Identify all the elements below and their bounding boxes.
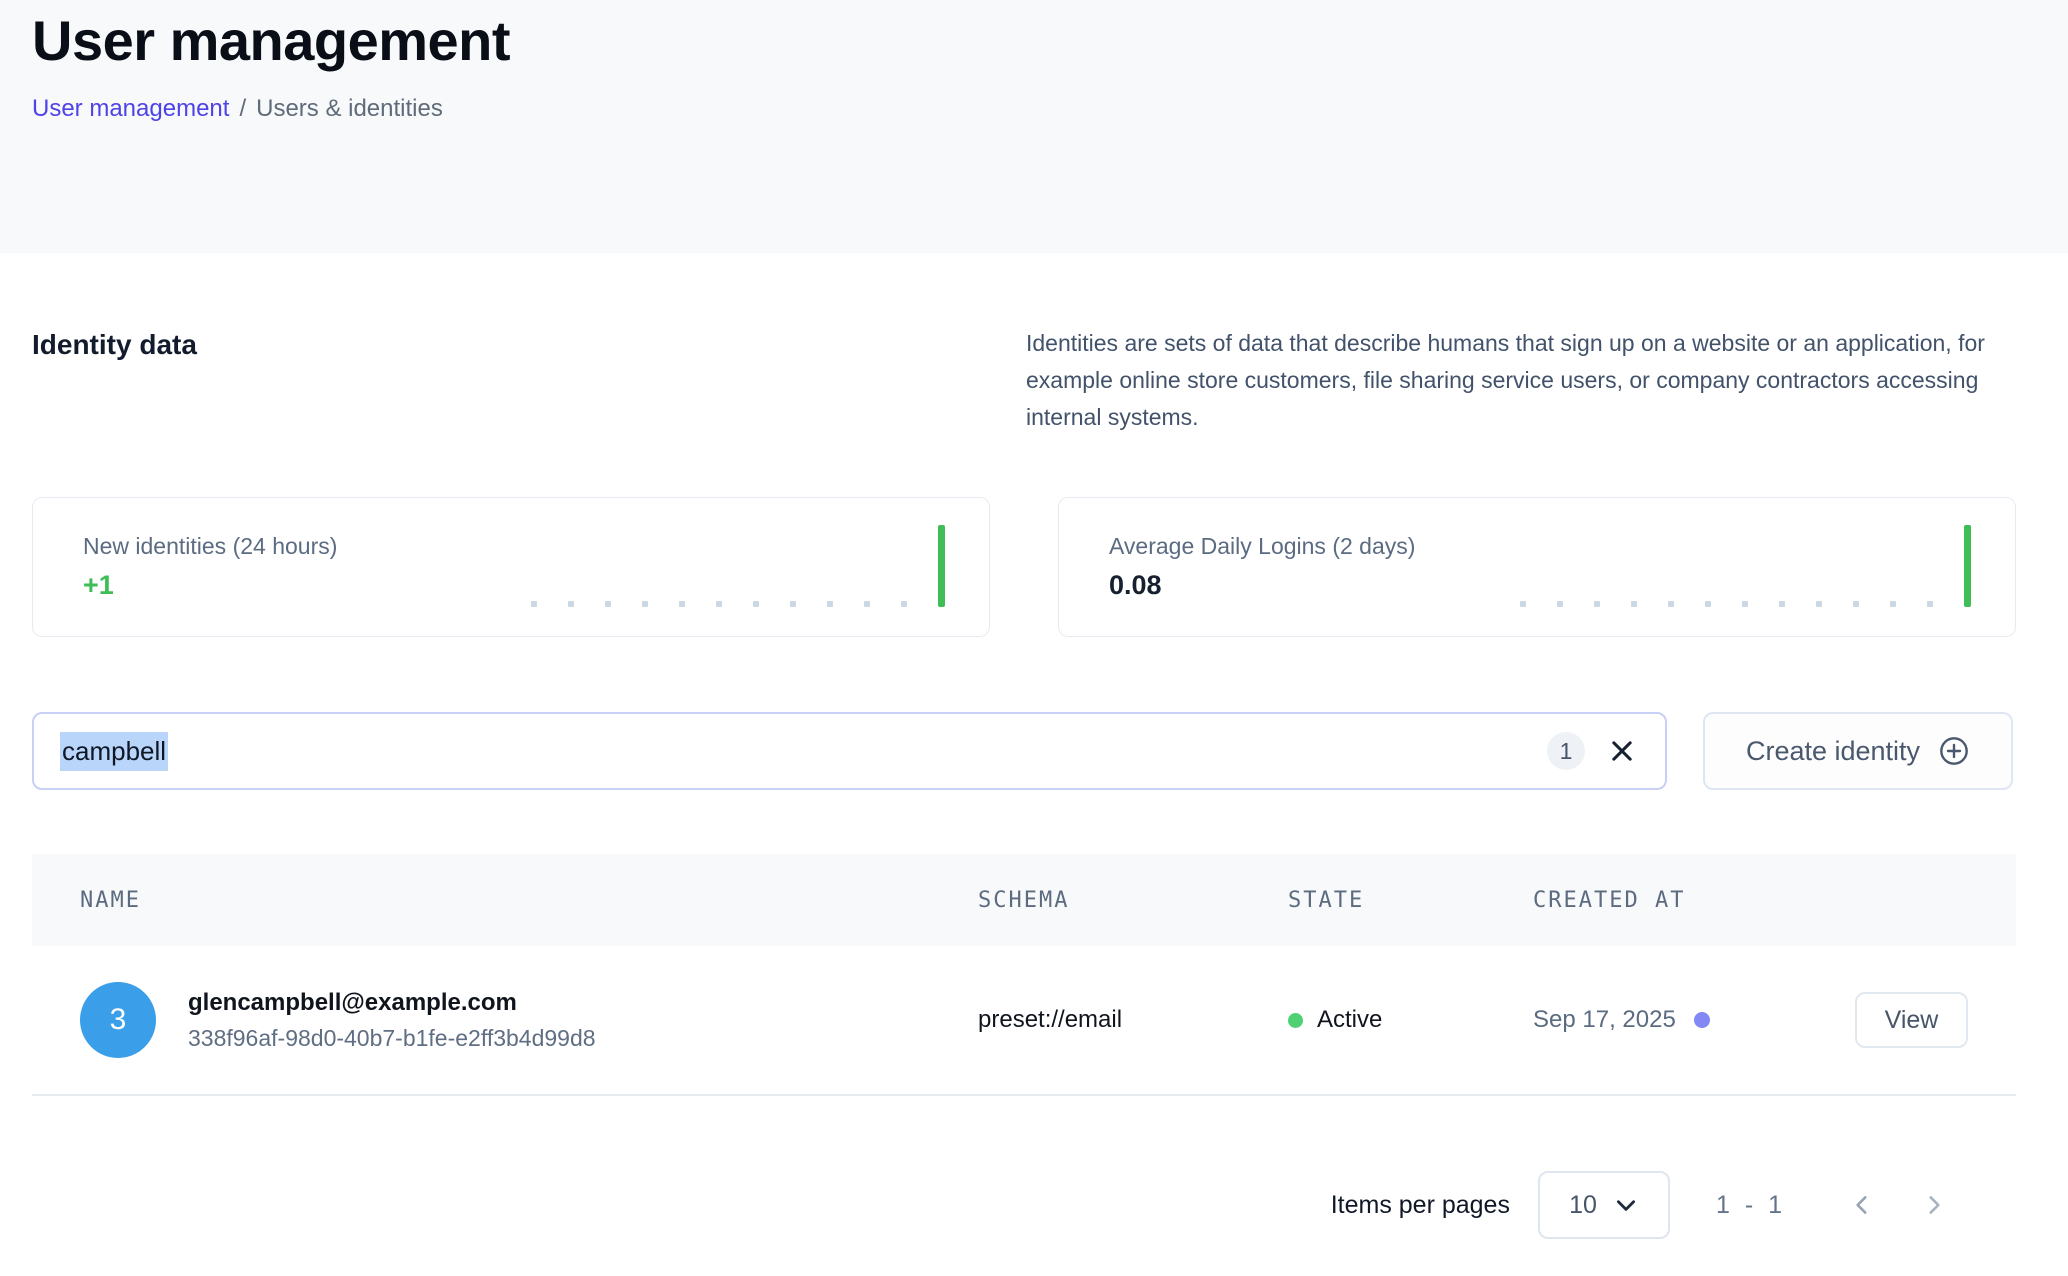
- created-at-date: Sep 17, 2025: [1533, 1006, 1676, 1034]
- section-description: Identities are sets of data that describ…: [1026, 325, 2016, 436]
- results-count-badge: 1: [1547, 732, 1585, 770]
- chevron-down-icon: [1613, 1192, 1639, 1218]
- pagination: Items per pages 10 1 - 1: [32, 1171, 2016, 1239]
- column-header-name: NAME: [80, 888, 978, 913]
- column-header-schema: SCHEMA: [978, 888, 1288, 913]
- items-per-page-select[interactable]: 10: [1538, 1171, 1670, 1239]
- stat-cards: New identities (24 hours) +1 Average Dai…: [32, 497, 2016, 637]
- close-icon: [1608, 737, 1636, 765]
- stat-card-label: New identities (24 hours): [83, 533, 337, 560]
- search-input-value: campbell: [60, 732, 168, 771]
- view-button[interactable]: View: [1855, 992, 1968, 1048]
- identity-email: glencampbell@example.com: [188, 989, 596, 1017]
- search-row: campbell 1 Create identity: [32, 712, 2016, 790]
- schema-cell: preset://email: [978, 1006, 1288, 1034]
- created-at-cell: Sep 17, 2025: [1533, 1006, 1818, 1034]
- page-header: User management User management / Users & …: [0, 0, 2068, 253]
- create-identity-label: Create identity: [1746, 736, 1920, 767]
- table-row[interactable]: 3 glencampbell@example.com 338f96af-98d0…: [32, 946, 2016, 1096]
- identity-id: 338f96af-98d0-40b7-b1fe-e2ff3b4d99d8: [188, 1025, 596, 1052]
- identities-table: NAME SCHEMA STATE CREATED AT 3 glencampb…: [32, 854, 2016, 1096]
- page-title: User management: [32, 8, 2036, 73]
- table-header-row: NAME SCHEMA STATE CREATED AT: [32, 854, 2016, 946]
- breadcrumb: User management / Users & identities: [32, 95, 2036, 123]
- next-page-button[interactable]: [1912, 1183, 1956, 1227]
- plus-circle-icon: [1938, 735, 1970, 767]
- sparkline-chart: [1520, 525, 1971, 609]
- clear-search-button[interactable]: [1605, 734, 1639, 768]
- date-indicator-dot: [1694, 1012, 1710, 1028]
- breadcrumb-link-user-management[interactable]: User management: [32, 95, 229, 122]
- page-range: 1 - 1: [1716, 1191, 1786, 1220]
- active-status-dot: [1288, 1013, 1303, 1028]
- stat-card-label: Average Daily Logins (2 days): [1109, 533, 1415, 560]
- chevron-right-icon: [1921, 1192, 1947, 1218]
- name-cell: 3 glencampbell@example.com 338f96af-98d0…: [80, 982, 978, 1058]
- column-header-created-at: CREATED AT: [1533, 888, 1818, 913]
- avatar: 3: [80, 982, 156, 1058]
- column-header-state: STATE: [1288, 888, 1533, 913]
- stat-card-value: 0.08: [1109, 570, 1415, 601]
- stat-card-average-logins: Average Daily Logins (2 days) 0.08: [1058, 497, 2016, 637]
- main-content: Identity data Identities are sets of dat…: [0, 325, 2068, 1239]
- stat-card-value: +1: [83, 570, 337, 601]
- sparkline-chart: [531, 525, 945, 609]
- section-heading: Identity data: [32, 325, 197, 436]
- state-cell: Active: [1288, 1006, 1533, 1034]
- items-per-page-value: 10: [1569, 1191, 1597, 1220]
- state-label: Active: [1317, 1006, 1382, 1034]
- chevron-left-icon: [1849, 1192, 1875, 1218]
- breadcrumb-current: Users & identities: [256, 95, 443, 122]
- search-input[interactable]: campbell 1: [32, 712, 1667, 790]
- items-per-page-label: Items per pages: [1331, 1191, 1510, 1220]
- previous-page-button[interactable]: [1840, 1183, 1884, 1227]
- identity-data-section: Identity data Identities are sets of dat…: [32, 325, 2016, 436]
- create-identity-button[interactable]: Create identity: [1703, 712, 2013, 790]
- breadcrumb-separator: /: [239, 95, 246, 122]
- stat-card-new-identities: New identities (24 hours) +1: [32, 497, 990, 637]
